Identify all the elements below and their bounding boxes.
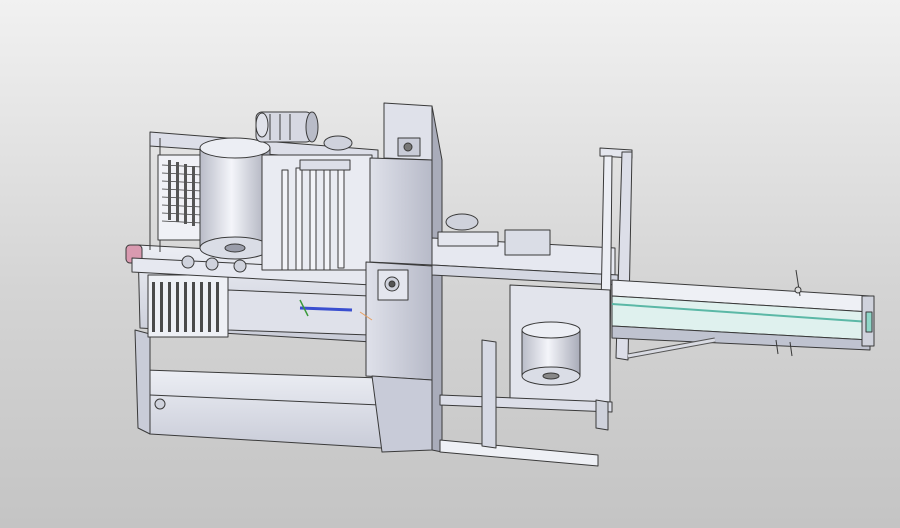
left-comb-upper (157, 154, 207, 241)
base-frame-lower (144, 369, 383, 449)
base-frame-side (134, 329, 151, 435)
pulley-top (323, 135, 353, 151)
blue-rod (299, 306, 353, 312)
long-bar (439, 439, 599, 467)
cad-viewport[interactable] (0, 0, 900, 528)
inner-chamber (227, 289, 371, 336)
rod-assembly (261, 154, 373, 271)
film-roll-right (521, 321, 581, 386)
gearbox (504, 229, 551, 256)
left-comb-lower (147, 274, 229, 338)
motor-top (255, 111, 319, 143)
film-roll-left (199, 137, 271, 260)
packaging-machine-cad-model[interactable] (0, 0, 900, 528)
conveyor-belt (611, 269, 875, 357)
